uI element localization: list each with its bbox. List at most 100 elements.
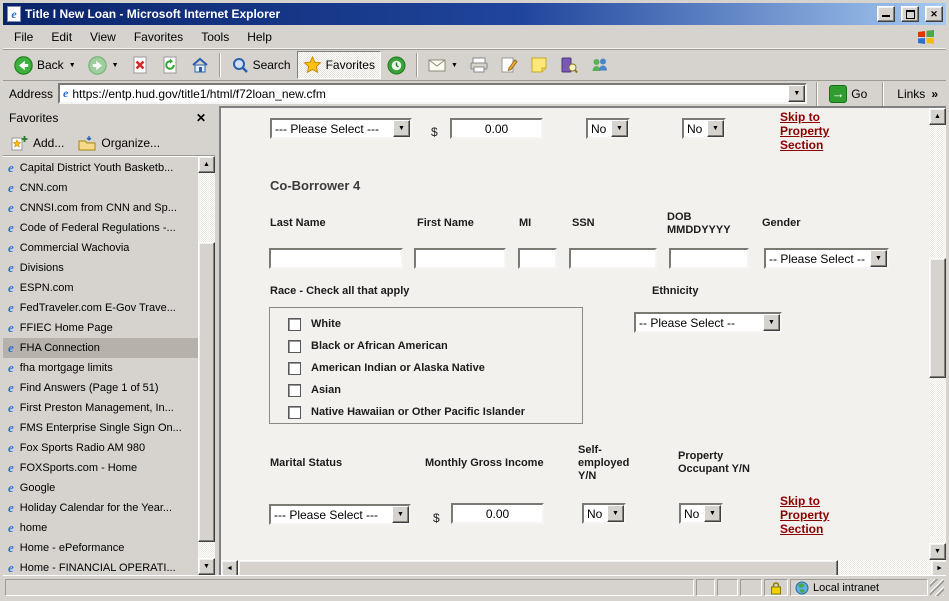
favorites-item-label: CNN.com — [20, 182, 68, 194]
research-button[interactable] — [554, 51, 584, 79]
add-favorite-button[interactable]: Add... — [11, 135, 64, 151]
dob-input[interactable] — [669, 248, 749, 269]
menu-help[interactable]: Help — [238, 27, 281, 47]
favorites-item[interactable]: eFox Sports Radio AM 980 — [3, 438, 198, 458]
last-name-input[interactable] — [269, 248, 403, 269]
favorites-item[interactable]: eFOXSports.com - Home — [3, 458, 198, 478]
property-occupant-select-top[interactable]: No ▼ — [682, 118, 726, 139]
edit-button[interactable] — [494, 51, 524, 79]
monthly-gross-income-input-top[interactable] — [450, 118, 543, 139]
ie-shortcut-icon: e — [8, 340, 14, 356]
monthly-gross-income-input[interactable] — [451, 503, 544, 524]
marital-status-select[interactable]: --- Please Select --- ▼ — [269, 504, 411, 525]
self-employed-select-top[interactable]: No ▼ — [586, 118, 630, 139]
search-icon — [231, 56, 249, 74]
address-dropdown-button[interactable]: ▼ — [788, 85, 805, 102]
favorites-item[interactable]: eCNNSI.com from CNN and Sp... — [3, 198, 198, 218]
scrollbar-thumb[interactable] — [929, 258, 946, 378]
race-checkbox-american-indian-or-alaska-native[interactable] — [288, 362, 301, 375]
favorites-close-button[interactable]: ✕ — [193, 111, 209, 125]
scroll-up-button[interactable]: ▲ — [929, 108, 946, 125]
scroll-left-button[interactable]: ◄ — [221, 560, 238, 575]
scroll-right-button[interactable]: ► — [931, 560, 946, 575]
favorites-item[interactable]: eCommercial Wachovia — [3, 238, 198, 258]
menu-tools[interactable]: Tools — [192, 27, 238, 47]
content-vertical-scrollbar[interactable]: ▲ ▼ — [929, 108, 946, 560]
minimize-button[interactable] — [877, 6, 895, 22]
back-button[interactable]: Back ▼ — [8, 51, 82, 79]
up-arrow-icon: ▲ — [203, 161, 210, 168]
favorites-item[interactable]: ehome — [3, 518, 198, 538]
forward-button[interactable]: ▼ — [82, 51, 125, 79]
close-button[interactable]: ✕ — [925, 6, 943, 22]
address-label: Address — [9, 87, 53, 101]
history-button[interactable] — [381, 51, 412, 79]
links-button[interactable]: Links » — [893, 87, 942, 101]
organize-favorites-button[interactable]: Organize... — [78, 135, 160, 151]
scroll-down-button[interactable]: ▼ — [929, 543, 946, 560]
favorites-item[interactable]: eFFIEC Home Page — [3, 318, 198, 338]
mail-dropdown-icon[interactable]: ▼ — [451, 62, 458, 69]
race-checkbox-black-or-african-american[interactable] — [288, 340, 301, 353]
messenger-button[interactable] — [584, 51, 615, 79]
gender-select[interactable]: -- Please Select -- ▼ — [764, 248, 889, 269]
content-horizontal-scrollbar[interactable]: ◄ ► — [221, 560, 946, 575]
property-occupant-select[interactable]: No ▼ — [679, 503, 723, 524]
menu-favorites[interactable]: Favorites — [125, 27, 192, 47]
ssn-input[interactable] — [569, 248, 657, 269]
skip-to-property-link[interactable]: Skip to Property Section — [780, 494, 846, 536]
favorites-item[interactable]: eCode of Federal Regulations -... — [3, 218, 198, 238]
discuss-button[interactable] — [524, 51, 554, 79]
mi-input[interactable] — [518, 248, 557, 269]
favorites-item[interactable]: eFind Answers (Page 1 of 51) — [3, 378, 198, 398]
ie-shortcut-icon: e — [8, 200, 14, 216]
menu-edit[interactable]: Edit — [42, 27, 81, 47]
self-employed-select[interactable]: No ▼ — [582, 503, 626, 524]
menu-view[interactable]: View — [81, 27, 125, 47]
ethnicity-select[interactable]: -- Please Select -- ▼ — [634, 312, 782, 333]
race-checkbox-white[interactable] — [288, 318, 301, 331]
scrollbar-track[interactable] — [838, 560, 931, 575]
menu-file[interactable]: File — [5, 27, 42, 47]
marital-status-select-top[interactable]: --- Please Select --- ▼ — [270, 118, 412, 139]
refresh-button[interactable] — [155, 51, 185, 79]
favorites-item[interactable]: eDivisions — [3, 258, 198, 278]
dropdown-arrow-icon: ▼ — [607, 505, 624, 522]
favorites-item[interactable]: eCNN.com — [3, 178, 198, 198]
favorites-item[interactable]: eCapital District Youth Basketb... — [3, 158, 198, 178]
favorites-item[interactable]: eHoliday Calendar for the Year... — [3, 498, 198, 518]
favorites-item[interactable]: eESPN.com — [3, 278, 198, 298]
favorites-scrollbar[interactable]: ▲ ▼ — [198, 156, 215, 575]
print-button[interactable] — [464, 51, 494, 79]
dropdown-arrow-icon: ▼ — [611, 120, 628, 137]
status-pane — [740, 579, 762, 596]
favorites-item[interactable]: eGoogle — [3, 478, 198, 498]
forward-dropdown-icon[interactable]: ▼ — [112, 62, 119, 69]
search-button[interactable]: Search — [225, 51, 297, 79]
first-name-input[interactable] — [414, 248, 506, 269]
favorites-item[interactable]: eFedTraveler.com E-Gov Trave... — [3, 298, 198, 318]
mail-button[interactable]: ▼ — [422, 51, 464, 79]
race-checkbox-asian[interactable] — [288, 384, 301, 397]
skip-to-property-link-top[interactable]: Skip to Property Section — [780, 110, 846, 152]
favorites-item[interactable]: efha mortgage limits — [3, 358, 198, 378]
home-button[interactable] — [185, 51, 215, 79]
scrollbar-thumb[interactable] — [198, 242, 215, 542]
address-input[interactable]: e https://entp.hud.gov/title1/html/f72lo… — [58, 83, 807, 104]
scroll-up-button[interactable]: ▲ — [198, 156, 215, 173]
maximize-button[interactable] — [901, 6, 919, 22]
stop-button[interactable] — [125, 51, 155, 79]
back-dropdown-icon[interactable]: ▼ — [69, 62, 76, 69]
ethnicity-label: Ethnicity — [652, 285, 698, 298]
favorites-item[interactable]: eFHA Connection — [3, 338, 198, 358]
favorites-item[interactable]: eHome - FINANCIAL OPERATI... — [3, 558, 198, 575]
favorites-item[interactable]: eFirst Preston Management, In... — [3, 398, 198, 418]
resize-grip[interactable] — [930, 579, 944, 596]
go-button[interactable]: → Go — [827, 84, 873, 104]
favorites-button[interactable]: Favorites — [297, 51, 381, 79]
favorites-item[interactable]: eHome - ePeformance — [3, 538, 198, 558]
race-checkbox-native-hawaiian-or-other-pacific-islander[interactable] — [288, 406, 301, 419]
scroll-down-button[interactable]: ▼ — [198, 558, 215, 575]
favorites-item[interactable]: eFMS Enterprise Single Sign On... — [3, 418, 198, 438]
scrollbar-thumb[interactable] — [238, 560, 838, 575]
